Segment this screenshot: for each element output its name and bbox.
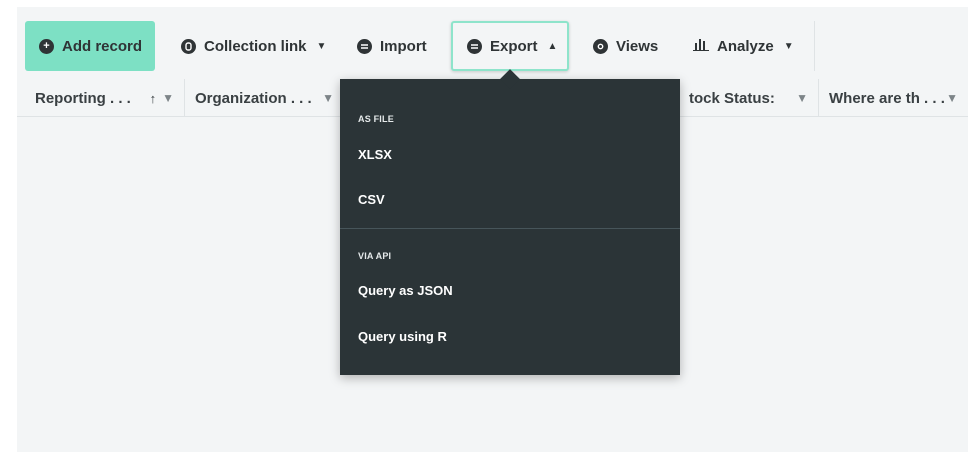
- menu-item-query-json[interactable]: Query as JSON: [358, 283, 453, 298]
- column-header-where[interactable]: Where are th . . . ▼: [819, 79, 968, 117]
- menu-item-csv[interactable]: CSV: [358, 192, 385, 207]
- add-record-label: Add record: [62, 37, 143, 55]
- import-label: Import: [380, 37, 427, 55]
- menu-item-xlsx[interactable]: XLSX: [358, 147, 392, 162]
- funnel-icon[interactable]: ▼: [162, 91, 174, 105]
- column-label: Organization . . .: [195, 89, 312, 107]
- collection-link-label: Collection link: [204, 37, 307, 55]
- funnel-icon[interactable]: ▼: [322, 91, 334, 105]
- add-record-button[interactable]: + Add record: [25, 21, 155, 71]
- export-button[interactable]: Export ▲: [451, 21, 569, 71]
- views-label: Views: [616, 37, 659, 55]
- column-label: Reporting . . .: [35, 89, 131, 107]
- menu-item-query-r[interactable]: Query using R: [358, 329, 447, 344]
- column-header-organization[interactable]: Organization . . . ▼: [185, 79, 345, 117]
- column-header-stock-status[interactable]: tock Status: ▼: [679, 79, 819, 117]
- funnel-icon[interactable]: ▼: [946, 91, 958, 105]
- link-circle-icon: [181, 38, 196, 54]
- toolbar: + Add record Collection link ▼ Import Ex…: [17, 21, 968, 71]
- chevron-down-icon: ▼: [783, 40, 794, 52]
- views-button[interactable]: Views: [579, 21, 672, 71]
- chevron-down-icon: ▼: [316, 40, 327, 52]
- toolbar-divider: [814, 21, 815, 71]
- bar-chart-icon: [693, 37, 709, 55]
- column-label: Where are th . . .: [829, 89, 945, 107]
- chevron-up-icon: ▲: [547, 40, 558, 52]
- plus-circle-icon: +: [39, 38, 54, 54]
- export-label: Export: [490, 37, 538, 55]
- export-circle-icon: [467, 38, 482, 54]
- column-label: tock Status:: [689, 89, 775, 107]
- import-circle-icon: [357, 38, 372, 54]
- section-title-as-file: AS FILE: [358, 114, 394, 124]
- column-header-reporting[interactable]: Reporting . . . ↑ ▼: [25, 79, 185, 117]
- eye-icon: [593, 38, 608, 54]
- section-title-via-api: VIA API: [358, 251, 392, 261]
- arrow-up-icon[interactable]: ↑: [150, 91, 157, 106]
- collection-link-button[interactable]: Collection link ▼: [167, 21, 340, 71]
- menu-divider: [340, 228, 680, 229]
- export-dropdown-menu: AS FILE XLSX CSV VIA API Query as JSON Q…: [340, 69, 680, 375]
- analyze-button[interactable]: Analyze ▼: [679, 21, 808, 71]
- import-button[interactable]: Import: [343, 21, 441, 71]
- funnel-icon[interactable]: ▼: [796, 91, 808, 105]
- analyze-label: Analyze: [717, 37, 774, 55]
